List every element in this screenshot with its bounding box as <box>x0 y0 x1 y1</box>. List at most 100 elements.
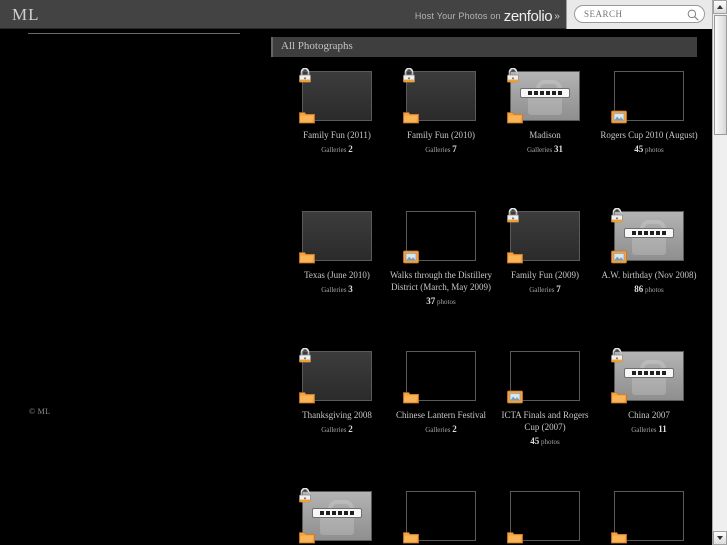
gallery-item-count: 7 <box>452 144 457 154</box>
lock-badge <box>611 207 623 223</box>
password-dot <box>534 91 538 95</box>
gallery-item-title[interactable]: ICTA Finals and Rogers Cup (2007) <box>493 409 597 433</box>
scrollbar-down-button[interactable] <box>713 531 727 545</box>
gallery-item[interactable]: Rogers Cup 2010 (August) 45 photos <box>597 65 701 154</box>
lock-badge <box>299 67 311 83</box>
gallery-item[interactable]: A.W. birthday (Nov 2008) 86 photos <box>597 205 701 294</box>
folder-badge <box>299 250 315 264</box>
gallery-item[interactable]: ICTA Finals and Rogers Cup (2007) 45 phot… <box>493 345 597 446</box>
gallery-thumbnail[interactable] <box>507 67 580 124</box>
gallery-item-title[interactable]: A.W. birthday (Nov 2008) <box>597 269 701 281</box>
gallery-item[interactable] <box>493 485 597 544</box>
padlock-watermark-icon <box>632 360 666 396</box>
padlock-watermark-icon <box>528 80 562 116</box>
lock-badge <box>299 487 311 503</box>
folder-badge-icon <box>403 392 419 404</box>
gallery-item-title[interactable]: Family Fun (2009) <box>493 269 597 281</box>
search-zone <box>566 0 712 29</box>
gallery-thumbnail[interactable] <box>611 347 684 404</box>
gallery-item-count: 31 <box>554 144 563 154</box>
gallery-item-meta: 45 photos <box>597 144 701 154</box>
gallery-thumbnail[interactable] <box>299 487 372 544</box>
zenfolio-promo-link[interactable]: Host Your Photos on zenfolio» <box>415 8 560 25</box>
gallery-item-count: 2 <box>452 424 457 434</box>
gallery-item[interactable] <box>285 485 389 544</box>
image-badge <box>611 250 627 264</box>
folder-badge-icon <box>403 112 419 124</box>
search-icon[interactable] <box>687 9 699 21</box>
gallery-item-title[interactable]: China 2007 <box>597 409 701 421</box>
folder-badge-icon <box>507 112 523 124</box>
lock-badge-icon <box>403 67 415 83</box>
folder-badge-icon <box>611 392 627 404</box>
gallery-thumbnail[interactable] <box>403 67 476 124</box>
gallery-thumbnail[interactable] <box>611 207 684 264</box>
gallery-thumbnail[interactable] <box>611 71 684 124</box>
image-badge-icon <box>507 390 523 404</box>
gallery-item-title[interactable]: Walks through the Distillery District (M… <box>389 269 493 293</box>
gallery-item[interactable]: China 2007 Galleries 11 <box>597 345 701 434</box>
gallery-item-title[interactable]: Rogers Cup 2010 (August) <box>597 129 701 141</box>
folder-badge-icon <box>299 532 315 544</box>
gallery-thumbnail[interactable] <box>403 491 476 544</box>
gallery-item-title[interactable]: Family Fun (2011) <box>285 129 389 141</box>
gallery-item[interactable]: Family Fun (2011) Galleries 2 <box>285 65 389 154</box>
folder-badge <box>611 530 627 544</box>
folder-badge <box>507 530 523 544</box>
folder-badge <box>299 110 315 124</box>
page-scrollbar[interactable] <box>712 0 727 545</box>
padlock-watermark-icon <box>320 500 354 536</box>
gallery-item[interactable]: Texas (June 2010) Galleries 3 <box>285 205 389 294</box>
gallery-item-title[interactable]: Chinese Lantern Festival <box>389 409 493 421</box>
image-badge-icon <box>611 250 627 264</box>
image-badge <box>611 110 627 124</box>
gallery-item-count: 86 <box>634 284 644 294</box>
main-content: All Photographs Family Fun (2011) Galleri… <box>268 29 712 545</box>
gallery-item-title[interactable]: Family Fun (2010) <box>389 129 493 141</box>
gallery-thumbnail[interactable] <box>299 211 372 264</box>
site-logo[interactable]: ML <box>12 5 40 25</box>
folder-badge <box>611 390 627 404</box>
lock-badge-icon <box>611 347 623 363</box>
gallery-item[interactable]: Walks through the Distillery District (M… <box>389 205 493 306</box>
gallery-item[interactable]: Thanksgiving 2008 Galleries 2 <box>285 345 389 434</box>
password-dot <box>632 371 636 375</box>
gallery-thumbnail[interactable] <box>403 211 476 264</box>
gallery-item-count: 2 <box>348 424 353 434</box>
gallery-thumbnail[interactable] <box>507 351 580 404</box>
gallery-item[interactable] <box>389 485 493 544</box>
gallery-item-title[interactable]: Madison <box>493 129 597 141</box>
password-dot <box>656 231 660 235</box>
folder-badge <box>299 390 315 404</box>
gallery-thumbnail[interactable] <box>507 491 580 544</box>
search-input[interactable] <box>584 9 684 19</box>
chevron-down-icon <box>717 536 723 540</box>
gallery-thumbnail[interactable] <box>299 67 372 124</box>
gallery-item-count: 45 <box>530 436 540 446</box>
gallery-item-count-label: Galleries <box>425 146 451 154</box>
sidebar-divider <box>28 33 240 34</box>
lock-badge <box>299 347 311 363</box>
scrollbar-up-button[interactable] <box>713 0 727 14</box>
gallery-item[interactable]: Chinese Lantern Festival Galleries 2 <box>389 345 493 434</box>
gallery-item[interactable]: Family Fun (2009) Galleries 7 <box>493 205 597 294</box>
gallery-item-title[interactable]: Thanksgiving 2008 <box>285 409 389 421</box>
gallery-thumbnail[interactable] <box>507 207 580 264</box>
gallery-thumbnail[interactable] <box>403 351 476 404</box>
gallery-thumbnail[interactable] <box>299 347 372 404</box>
password-dot <box>344 511 348 515</box>
search-box[interactable] <box>574 5 705 23</box>
password-dot <box>528 91 532 95</box>
gallery-row: Texas (June 2010) Galleries 3 Walks throug… <box>268 205 712 345</box>
gallery-item-title[interactable]: Texas (June 2010) <box>285 269 389 281</box>
gallery-item[interactable] <box>597 485 701 544</box>
password-dot <box>638 231 642 235</box>
gallery-item[interactable]: Madison Galleries 31 <box>493 65 597 154</box>
folder-badge <box>507 110 523 124</box>
lock-badge <box>403 67 415 83</box>
gallery-thumbnail[interactable] <box>611 491 684 544</box>
scrollbar-thumb[interactable] <box>714 15 727 135</box>
password-dot <box>338 511 342 515</box>
gallery-item[interactable]: Family Fun (2010) Galleries 7 <box>389 65 493 154</box>
lock-badge-icon <box>507 207 519 223</box>
